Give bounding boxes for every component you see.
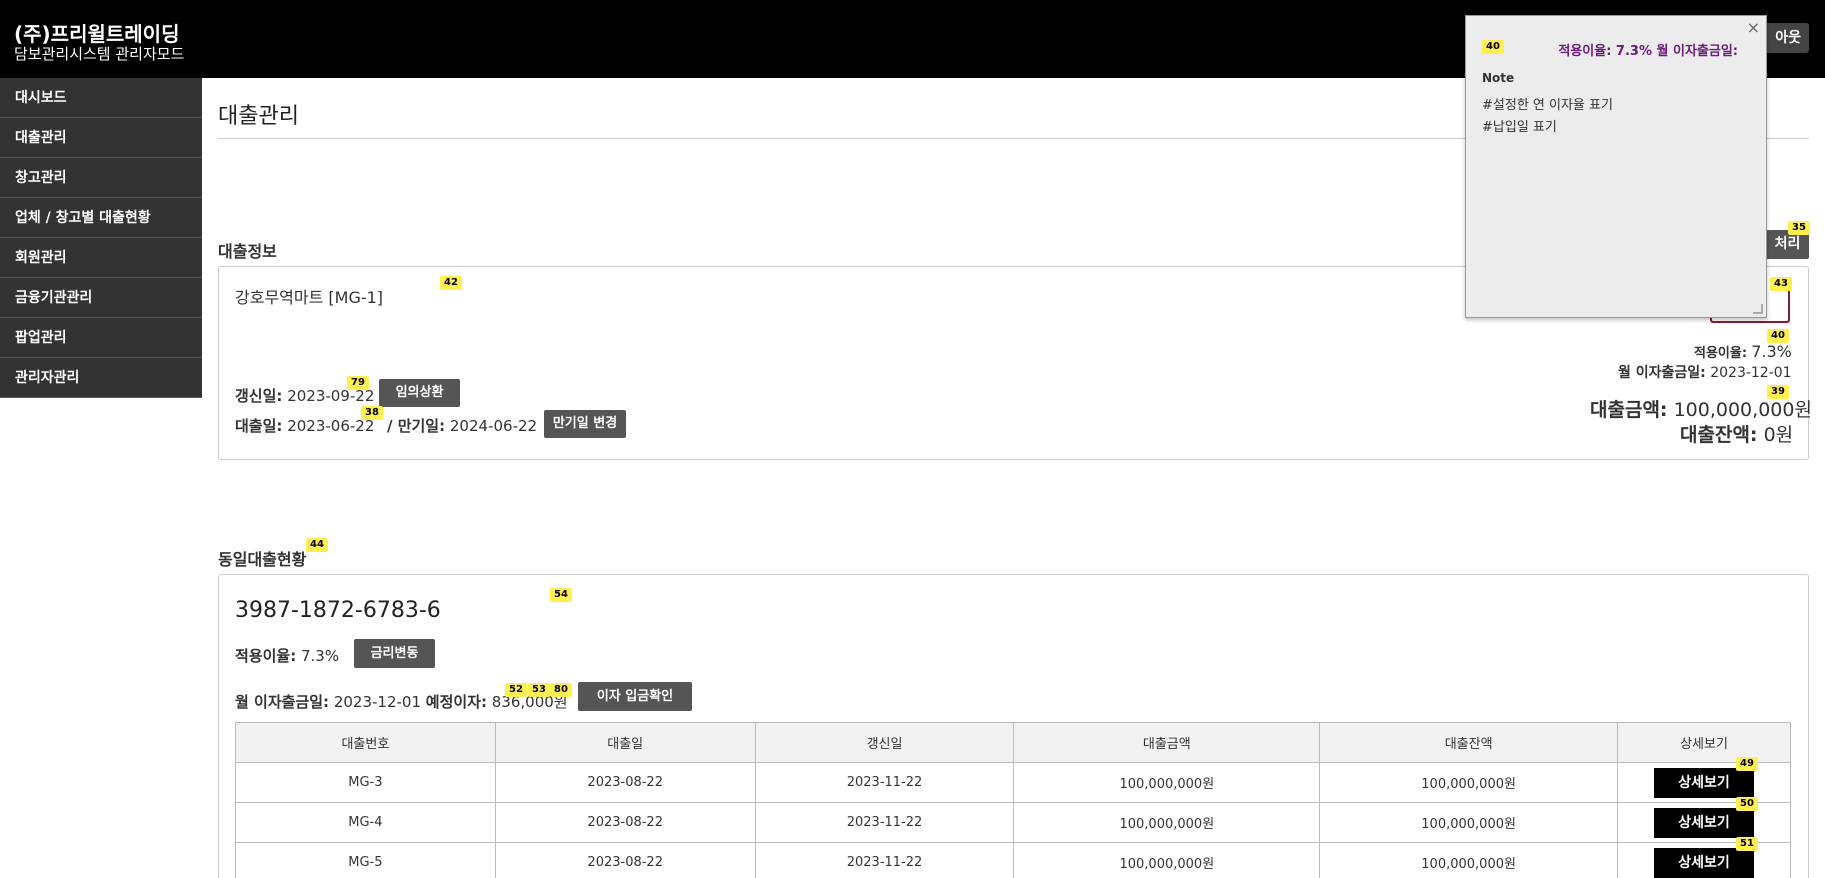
interest-date-value: 2023-12-01 [1710, 365, 1792, 381]
close-icon[interactable]: × [1747, 18, 1760, 37]
annotation-badge: 40 [1482, 40, 1504, 54]
same-interest-date-label: 월 이자출금일: [235, 693, 330, 711]
column-header: 대출일 [494, 722, 756, 763]
loan-date-cell: 2023-08-22 [494, 762, 756, 803]
same-rate-row: 적용이율: 7.3% [235, 645, 339, 666]
interest-date-row: 월 이자출금일: 2023-12-01 [1618, 362, 1792, 382]
sidebar-item-loans[interactable]: 대출관리 [0, 118, 202, 158]
account-number: 3987-1872-6783-6 [235, 598, 441, 623]
annotation-badge: 43 [1770, 277, 1792, 291]
same-rate-value: 7.3% [300, 647, 340, 665]
rate-change-button[interactable]: 금리변동 [354, 639, 435, 668]
company-name: 강호무역마트 [MG-1] [235, 288, 384, 307]
change-maturity-button[interactable]: 만기일 변경 [544, 410, 626, 438]
column-header: 갱신일 [754, 722, 1015, 763]
sidebar-item-financial-institutions[interactable]: 금융기관관리 [0, 278, 202, 318]
note-title: Note [1482, 71, 1515, 85]
column-header: 대출금액 [1013, 722, 1321, 763]
sidebar-item-loan-status[interactable]: 업체 / 창고별 대출현황 [0, 198, 202, 238]
same-loans-table: 대출번호 대출일 갱신일 대출금액 대출잔액 상세보기 MG-3 2023-08… [235, 722, 1791, 878]
loan-number-cell: MG-3 [235, 762, 496, 803]
loan-balance-row: 대출잔액: 0원 [1680, 420, 1793, 447]
annotation-badge: 52 [505, 683, 527, 697]
table-row: MG-3 2023-08-22 2023-11-22 100,000,000원 … [235, 757, 1791, 803]
loan-number-cell: MG-5 [235, 842, 496, 878]
detail-cell: 상세보기 51 [1617, 837, 1791, 878]
detail-button[interactable]: 상세보기 [1654, 847, 1755, 878]
detail-cell: 상세보기 50 [1617, 797, 1791, 843]
annotation-badge: 54 [550, 588, 572, 602]
column-header: 대출잔액 [1319, 722, 1619, 763]
annotation-badge: 35 [1788, 221, 1810, 235]
rate-value: 7.3% [1751, 342, 1792, 361]
loan-date-label: 대출일: [235, 417, 283, 435]
amount-cell: 100,000,000원 [1013, 802, 1321, 843]
sidebar-item-members[interactable]: 회원관리 [0, 238, 202, 278]
page-title: 대출관리 [218, 104, 299, 129]
annotation-badge: 42 [440, 276, 462, 290]
note-line: #납입일 표기 [1482, 120, 1557, 135]
same-rate-label: 적용이율: [235, 647, 297, 665]
loan-date-cell: 2023-08-22 [494, 802, 756, 843]
interest-date-label: 월 이자출금일: [1618, 365, 1706, 381]
annotation-badge: 53 [528, 683, 550, 697]
annotation-badge: 80 [550, 683, 572, 697]
annotation-badge: 40 [1767, 329, 1789, 343]
loan-date-row: 대출일: 2023-06-22 [235, 415, 374, 436]
brand-subtitle: 담보관리시스템 관리자모드 [14, 45, 185, 63]
same-interest-date: 2023-12-01 [333, 693, 421, 711]
annotation-badge: 49 [1736, 757, 1758, 771]
rate-label: 적용이율: [1694, 346, 1748, 361]
amount-cell: 100,000,000원 [1013, 842, 1321, 878]
note-popup[interactable]: × 40 적용이율: 7.3% 월 이자출금일: Note #설정한 연 이자율… [1465, 15, 1767, 318]
table-row: MG-4 2023-08-22 2023-11-22 100,000,000원 … [235, 797, 1791, 843]
interest-confirm-button[interactable]: 이자 입금확인 [578, 682, 692, 711]
sidebar-item-admins[interactable]: 관리자관리 [0, 358, 202, 398]
annotation-badge: 50 [1736, 797, 1758, 811]
note-line: #설정한 연 이자율 표기 [1482, 98, 1613, 113]
sidebar: 대시보드 대출관리 창고관리 업체 / 창고별 대출현황 회원관리 금융기관관리… [0, 78, 202, 398]
renewal-date-cell: 2023-11-22 [754, 762, 1015, 803]
loan-amount-label: 대출금액: [1590, 399, 1668, 421]
loan-balance-label: 대출잔액: [1680, 424, 1758, 446]
table-row: MG-5 2023-08-22 2023-11-22 100,000,000원 … [235, 837, 1791, 878]
loan-number-cell: MG-4 [235, 802, 496, 843]
detail-cell: 상세보기 49 [1617, 757, 1791, 803]
balance-cell: 100,000,000원 [1319, 842, 1619, 878]
maturity-row: / 만기일: 2024-06-22 [387, 415, 537, 436]
loan-info-label: 대출정보 [218, 242, 277, 261]
column-header: 대출번호 [235, 722, 496, 763]
table-header-row: 대출번호 대출일 갱신일 대출금액 대출잔액 상세보기 [235, 722, 1791, 763]
note-heading: 적용이율: 7.3% 월 이자출금일: [1558, 44, 1738, 59]
amount-cell: 100,000,000원 [1013, 762, 1321, 803]
renewal-date-cell: 2023-11-22 [754, 842, 1015, 878]
column-header: 상세보기 [1617, 722, 1791, 763]
expected-interest-label: 예정이자: [425, 693, 487, 711]
renewal-date-cell: 2023-11-22 [754, 802, 1015, 843]
maturity-label: / 만기일: [387, 417, 446, 435]
annotation-badge: 79 [347, 376, 369, 390]
loan-date-cell: 2023-08-22 [494, 842, 756, 878]
resize-handle-icon[interactable] [1753, 304, 1763, 314]
annotation-badge: 51 [1736, 837, 1758, 851]
loan-balance-value: 0원 [1763, 424, 1794, 446]
annotation-badge: 44 [306, 538, 328, 552]
repay-button[interactable]: 임의상환 [379, 379, 460, 407]
detail-button[interactable]: 상세보기 [1654, 767, 1755, 798]
loan-amount-value: 100,000,000원 [1673, 399, 1812, 421]
detail-button[interactable]: 상세보기 [1654, 807, 1755, 838]
balance-cell: 100,000,000원 [1319, 802, 1619, 843]
renewal-label: 갱신일: [235, 387, 283, 405]
annotation-badge: 38 [361, 406, 383, 420]
sidebar-item-popups[interactable]: 팝업관리 [0, 318, 202, 358]
same-loans-label: 동일대출현황 [218, 550, 307, 569]
sidebar-item-warehouses[interactable]: 창고관리 [0, 158, 202, 198]
maturity-date: 2024-06-22 [449, 417, 538, 435]
loan-amount-row: 대출금액: 100,000,000원 [1590, 395, 1812, 422]
sidebar-item-dashboard[interactable]: 대시보드 [0, 78, 202, 118]
balance-cell: 100,000,000원 [1319, 762, 1619, 803]
rate-row: 적용이율: 7.3% [1694, 342, 1792, 361]
